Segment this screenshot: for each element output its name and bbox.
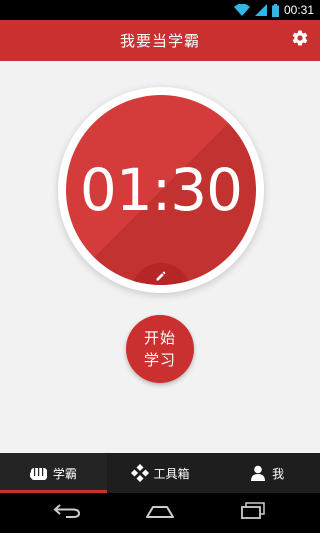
cell-signal-icon [254, 3, 267, 17]
tab-me[interactable]: 我 [213, 453, 320, 493]
person-icon [249, 464, 267, 482]
home-button[interactable] [140, 498, 180, 528]
back-icon [53, 503, 81, 523]
fist-icon [29, 464, 48, 482]
timer-face[interactable]: 01:30 [66, 95, 256, 285]
gear-icon [291, 29, 309, 51]
main-content: 01:30 开始 学习 [0, 61, 320, 453]
tab-toolbox[interactable]: 工具箱 [107, 453, 214, 493]
diamond-grid-icon [130, 464, 149, 482]
start-label-line2: 学习 [143, 351, 176, 369]
start-study-button[interactable]: 开始 学习 [126, 315, 194, 383]
bottom-tab-bar: 学霸 工具箱 我 [0, 453, 320, 493]
tab-label: 工具箱 [153, 466, 190, 481]
tab-label: 学霸 [52, 466, 77, 481]
pencil-icon [155, 267, 167, 285]
tab-label: 我 [272, 466, 285, 481]
timer-display: 01:30 [79, 156, 243, 224]
settings-button[interactable] [290, 30, 310, 50]
page-title: 我要当学霸 [119, 32, 200, 50]
status-bar: 00:31 [0, 0, 320, 20]
recent-apps-icon [240, 502, 266, 524]
recent-apps-button[interactable] [233, 498, 273, 528]
app-screen: 00:31 我要当学霸 01:30 开始 学习 学霸 工具箱 我 [0, 0, 320, 533]
home-icon [145, 504, 175, 523]
battery-icon [271, 3, 279, 17]
tab-xueba[interactable]: 学霸 [0, 453, 107, 493]
start-label-line1: 开始 [143, 329, 176, 347]
back-button[interactable] [47, 498, 87, 528]
status-time: 00:31 [283, 3, 314, 17]
app-header: 我要当学霸 [0, 20, 320, 61]
wifi-icon [233, 3, 250, 17]
system-nav-bar [0, 493, 320, 533]
timer-dial: 01:30 [58, 87, 264, 293]
